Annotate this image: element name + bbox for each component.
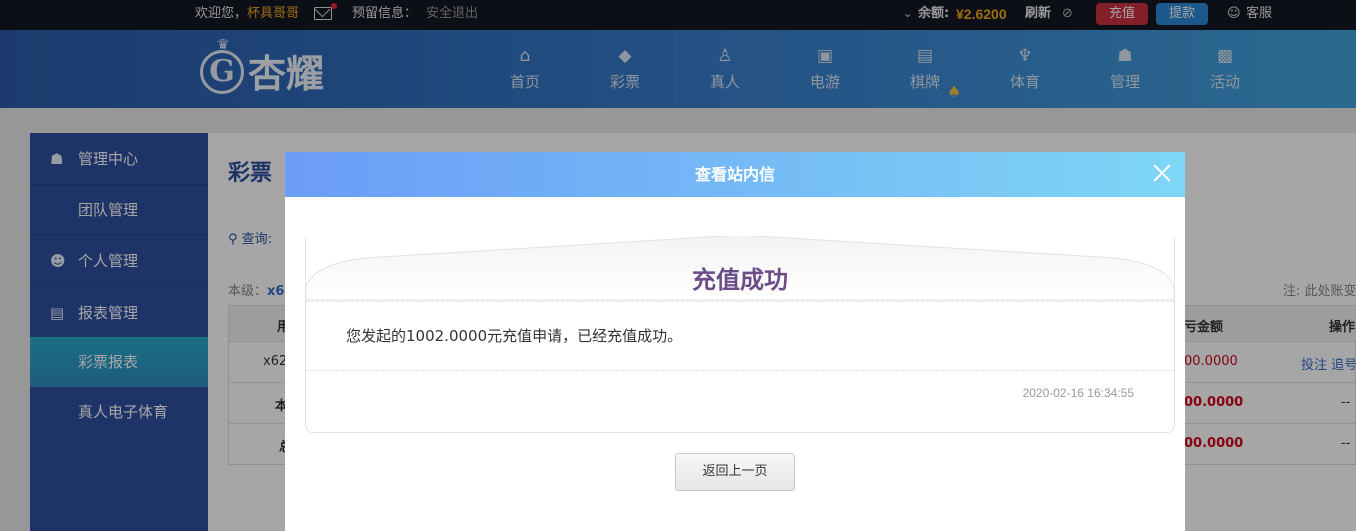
divider — [306, 301, 1174, 302]
modal-title: 查看站内信 — [694, 165, 775, 184]
divider — [306, 370, 1174, 371]
message-timestamp: 2020-02-16 16:34:55 — [1022, 386, 1134, 400]
close-icon[interactable] — [1151, 162, 1173, 184]
message-body: 您发起的1002.0000元充值申请，已经充值成功。 — [346, 327, 683, 345]
back-button[interactable]: 返回上一页 — [675, 453, 795, 491]
message-modal: 查看站内信 充值成功 您发起的1002.0000元充值申请，已经充值成功。 20… — [285, 152, 1185, 531]
message-title: 充值成功 — [692, 266, 788, 294]
modal-header: 查看站内信 — [285, 152, 1185, 197]
